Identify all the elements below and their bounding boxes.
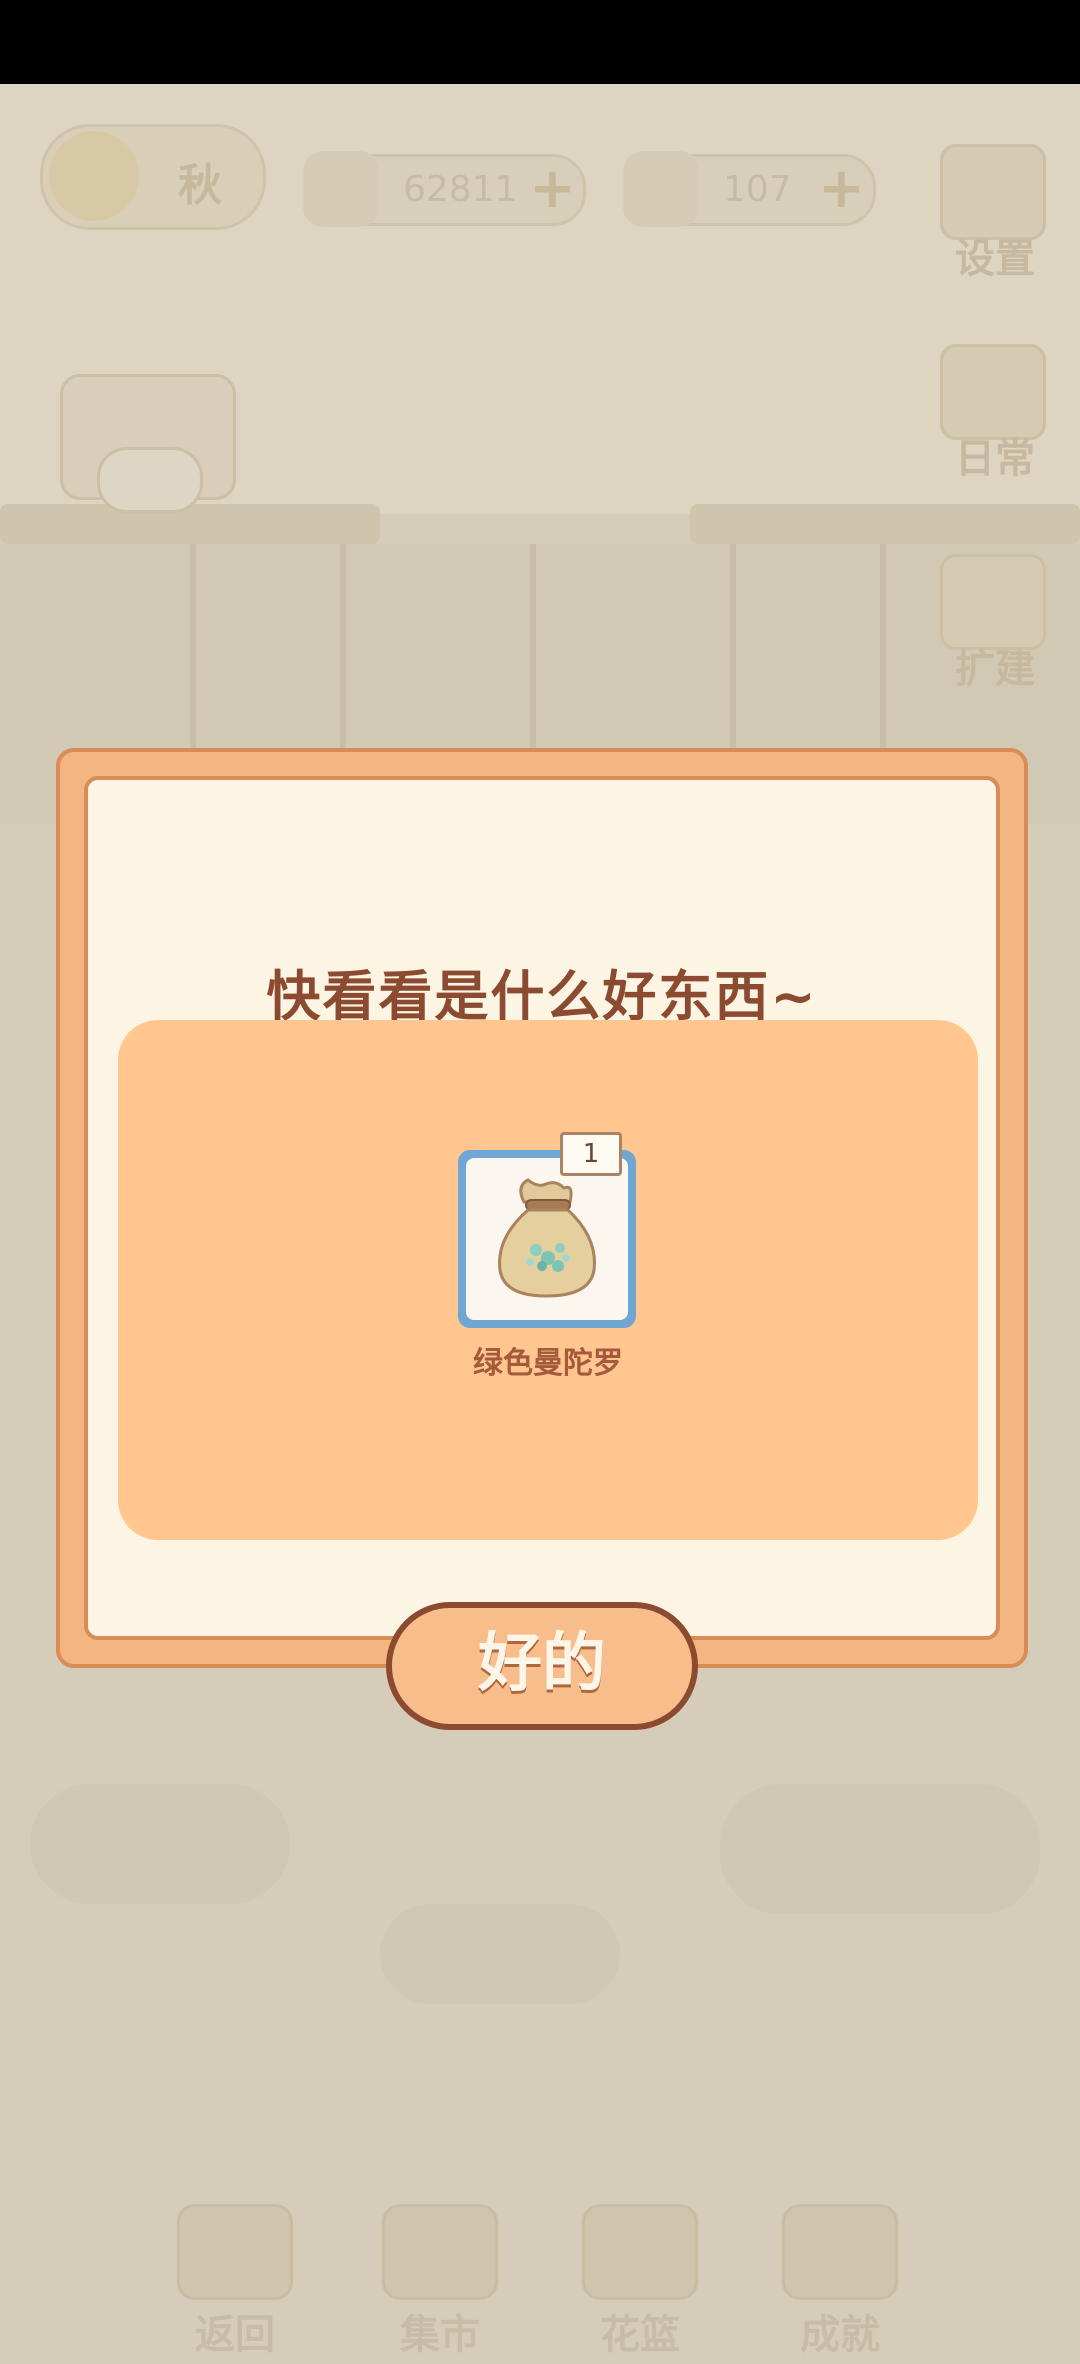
reward-panel: 1 绿色曼陀罗 [118,1020,978,1540]
reward-item-card[interactable] [458,1150,636,1328]
expand-label: 扩建 [955,646,1035,692]
nav-achievements[interactable]: 成就 [775,2204,905,2358]
cat-avatar-icon [49,131,139,221]
status-bar [0,0,1080,84]
fish-currency-pill: 62811 + [303,151,586,227]
settings-label: 设置 [955,236,1035,282]
floor-tile [720,1784,1040,1914]
floor-tile [30,1784,290,1904]
expand-button[interactable]: 扩建 [940,554,1050,692]
watering-video-button[interactable] [60,374,236,513]
add-fish-button[interactable]: + [529,161,576,217]
seed-bag-icon [498,1178,596,1298]
player-avatar-badge[interactable]: 秋 [40,124,266,230]
nav-market-label: 集市 [400,2312,480,2358]
season-label: 秋 [178,160,222,211]
cheese-currency-value: 107 [723,169,792,210]
reward-dialog-body: 快看看是什么好东西~ 1 绿色曼陀罗 [84,776,1000,1640]
reward-dialog: 快看看是什么好东西~ 1 绿色曼陀罗 [56,748,1028,1668]
nav-market[interactable]: 集市 [375,2204,505,2358]
floor-tile [380,1904,620,2004]
daily-label: 日常 [955,436,1035,482]
daily-button[interactable]: 日常 [940,344,1050,482]
fish-currency-value: 62811 [403,169,518,210]
play-icon [97,447,203,513]
shelf-left [0,504,380,544]
settings-button[interactable]: 设置 [940,144,1050,282]
flower-basket-icon [582,2204,698,2300]
cheese-icon [623,151,699,227]
fish-icon [303,151,379,227]
market-stall-icon [382,2204,498,2300]
nav-back[interactable]: 返回 [170,2204,300,2358]
nav-basket-label: 花篮 [600,2312,680,2358]
cheese-currency-pill: 107 + [623,151,876,227]
bottom-nav: 返回 集市 花篮 成就 [0,2204,1080,2364]
back-icon [177,2204,293,2300]
confirm-button[interactable]: 好的 [386,1602,698,1730]
shelf-right [690,504,1080,544]
nav-achievements-label: 成就 [800,2312,880,2358]
item-image [466,1158,628,1320]
nav-back-label: 返回 [195,2312,275,2358]
add-cheese-button[interactable]: + [818,161,865,217]
item-quantity-tag: 1 [560,1132,622,1176]
item-name: 绿色曼陀罗 [473,1346,623,1381]
nav-basket[interactable]: 花篮 [575,2204,705,2358]
trophy-icon [782,2204,898,2300]
